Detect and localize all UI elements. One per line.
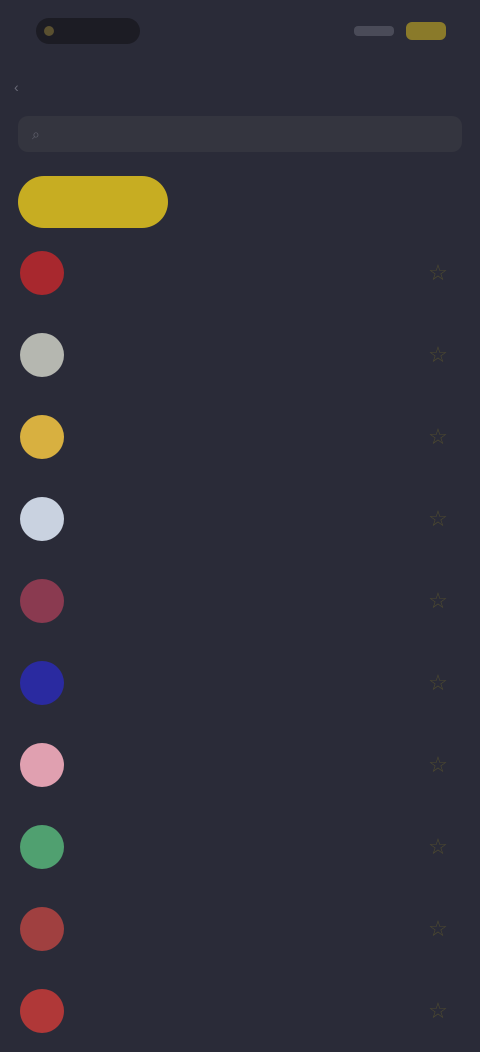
search-icon: ⌕ — [32, 125, 40, 142]
signal-icon — [354, 26, 394, 36]
status-bar — [0, 0, 480, 62]
search-field[interactable]: ⌕ — [18, 116, 462, 152]
list-item[interactable]: ☆ — [0, 560, 480, 642]
segmented-tabs — [18, 176, 462, 228]
favorite-star-icon[interactable]: ☆ — [424, 423, 452, 451]
favorite-star-icon[interactable]: ☆ — [424, 751, 452, 779]
flag-icon — [20, 415, 64, 459]
recording-indicator-icon — [44, 26, 54, 36]
list-item[interactable]: ☆ — [0, 396, 480, 478]
navigation-bar: ‹ — [0, 62, 480, 112]
tab-1[interactable] — [18, 176, 168, 228]
tab-2[interactable] — [178, 176, 308, 228]
favorite-star-icon[interactable]: ☆ — [424, 915, 452, 943]
chevron-left-icon: ‹ — [14, 79, 19, 95]
flag-icon — [20, 333, 64, 377]
flag-icon — [20, 907, 64, 951]
list-item[interactable]: ☆ — [0, 888, 480, 970]
favorite-star-icon[interactable]: ☆ — [424, 669, 452, 697]
favorite-star-icon[interactable]: ☆ — [424, 587, 452, 615]
flag-icon — [20, 743, 64, 787]
list-item[interactable]: ☆ — [0, 314, 480, 396]
list-item[interactable]: ☆ — [0, 806, 480, 888]
favorite-star-icon[interactable]: ☆ — [424, 833, 452, 861]
tab-3[interactable] — [328, 176, 458, 228]
list-item[interactable]: ☆ — [0, 642, 480, 724]
favorite-star-icon[interactable]: ☆ — [424, 259, 452, 287]
flag-icon — [20, 989, 64, 1033]
flag-icon — [20, 497, 64, 541]
flag-icon — [20, 825, 64, 869]
flag-icon — [20, 251, 64, 295]
status-icons — [354, 22, 446, 40]
favorite-star-icon[interactable]: ☆ — [424, 997, 452, 1025]
list-item[interactable]: ☆ — [0, 724, 480, 806]
back-button[interactable]: ‹ — [14, 76, 86, 98]
list-item[interactable]: ☆ — [0, 232, 480, 314]
flag-icon — [20, 579, 64, 623]
favorite-star-icon[interactable]: ☆ — [424, 341, 452, 369]
favorite-star-icon[interactable]: ☆ — [424, 505, 452, 533]
list-item[interactable]: ☆ — [0, 478, 480, 560]
flag-icon — [20, 661, 64, 705]
battery-icon — [406, 22, 446, 40]
